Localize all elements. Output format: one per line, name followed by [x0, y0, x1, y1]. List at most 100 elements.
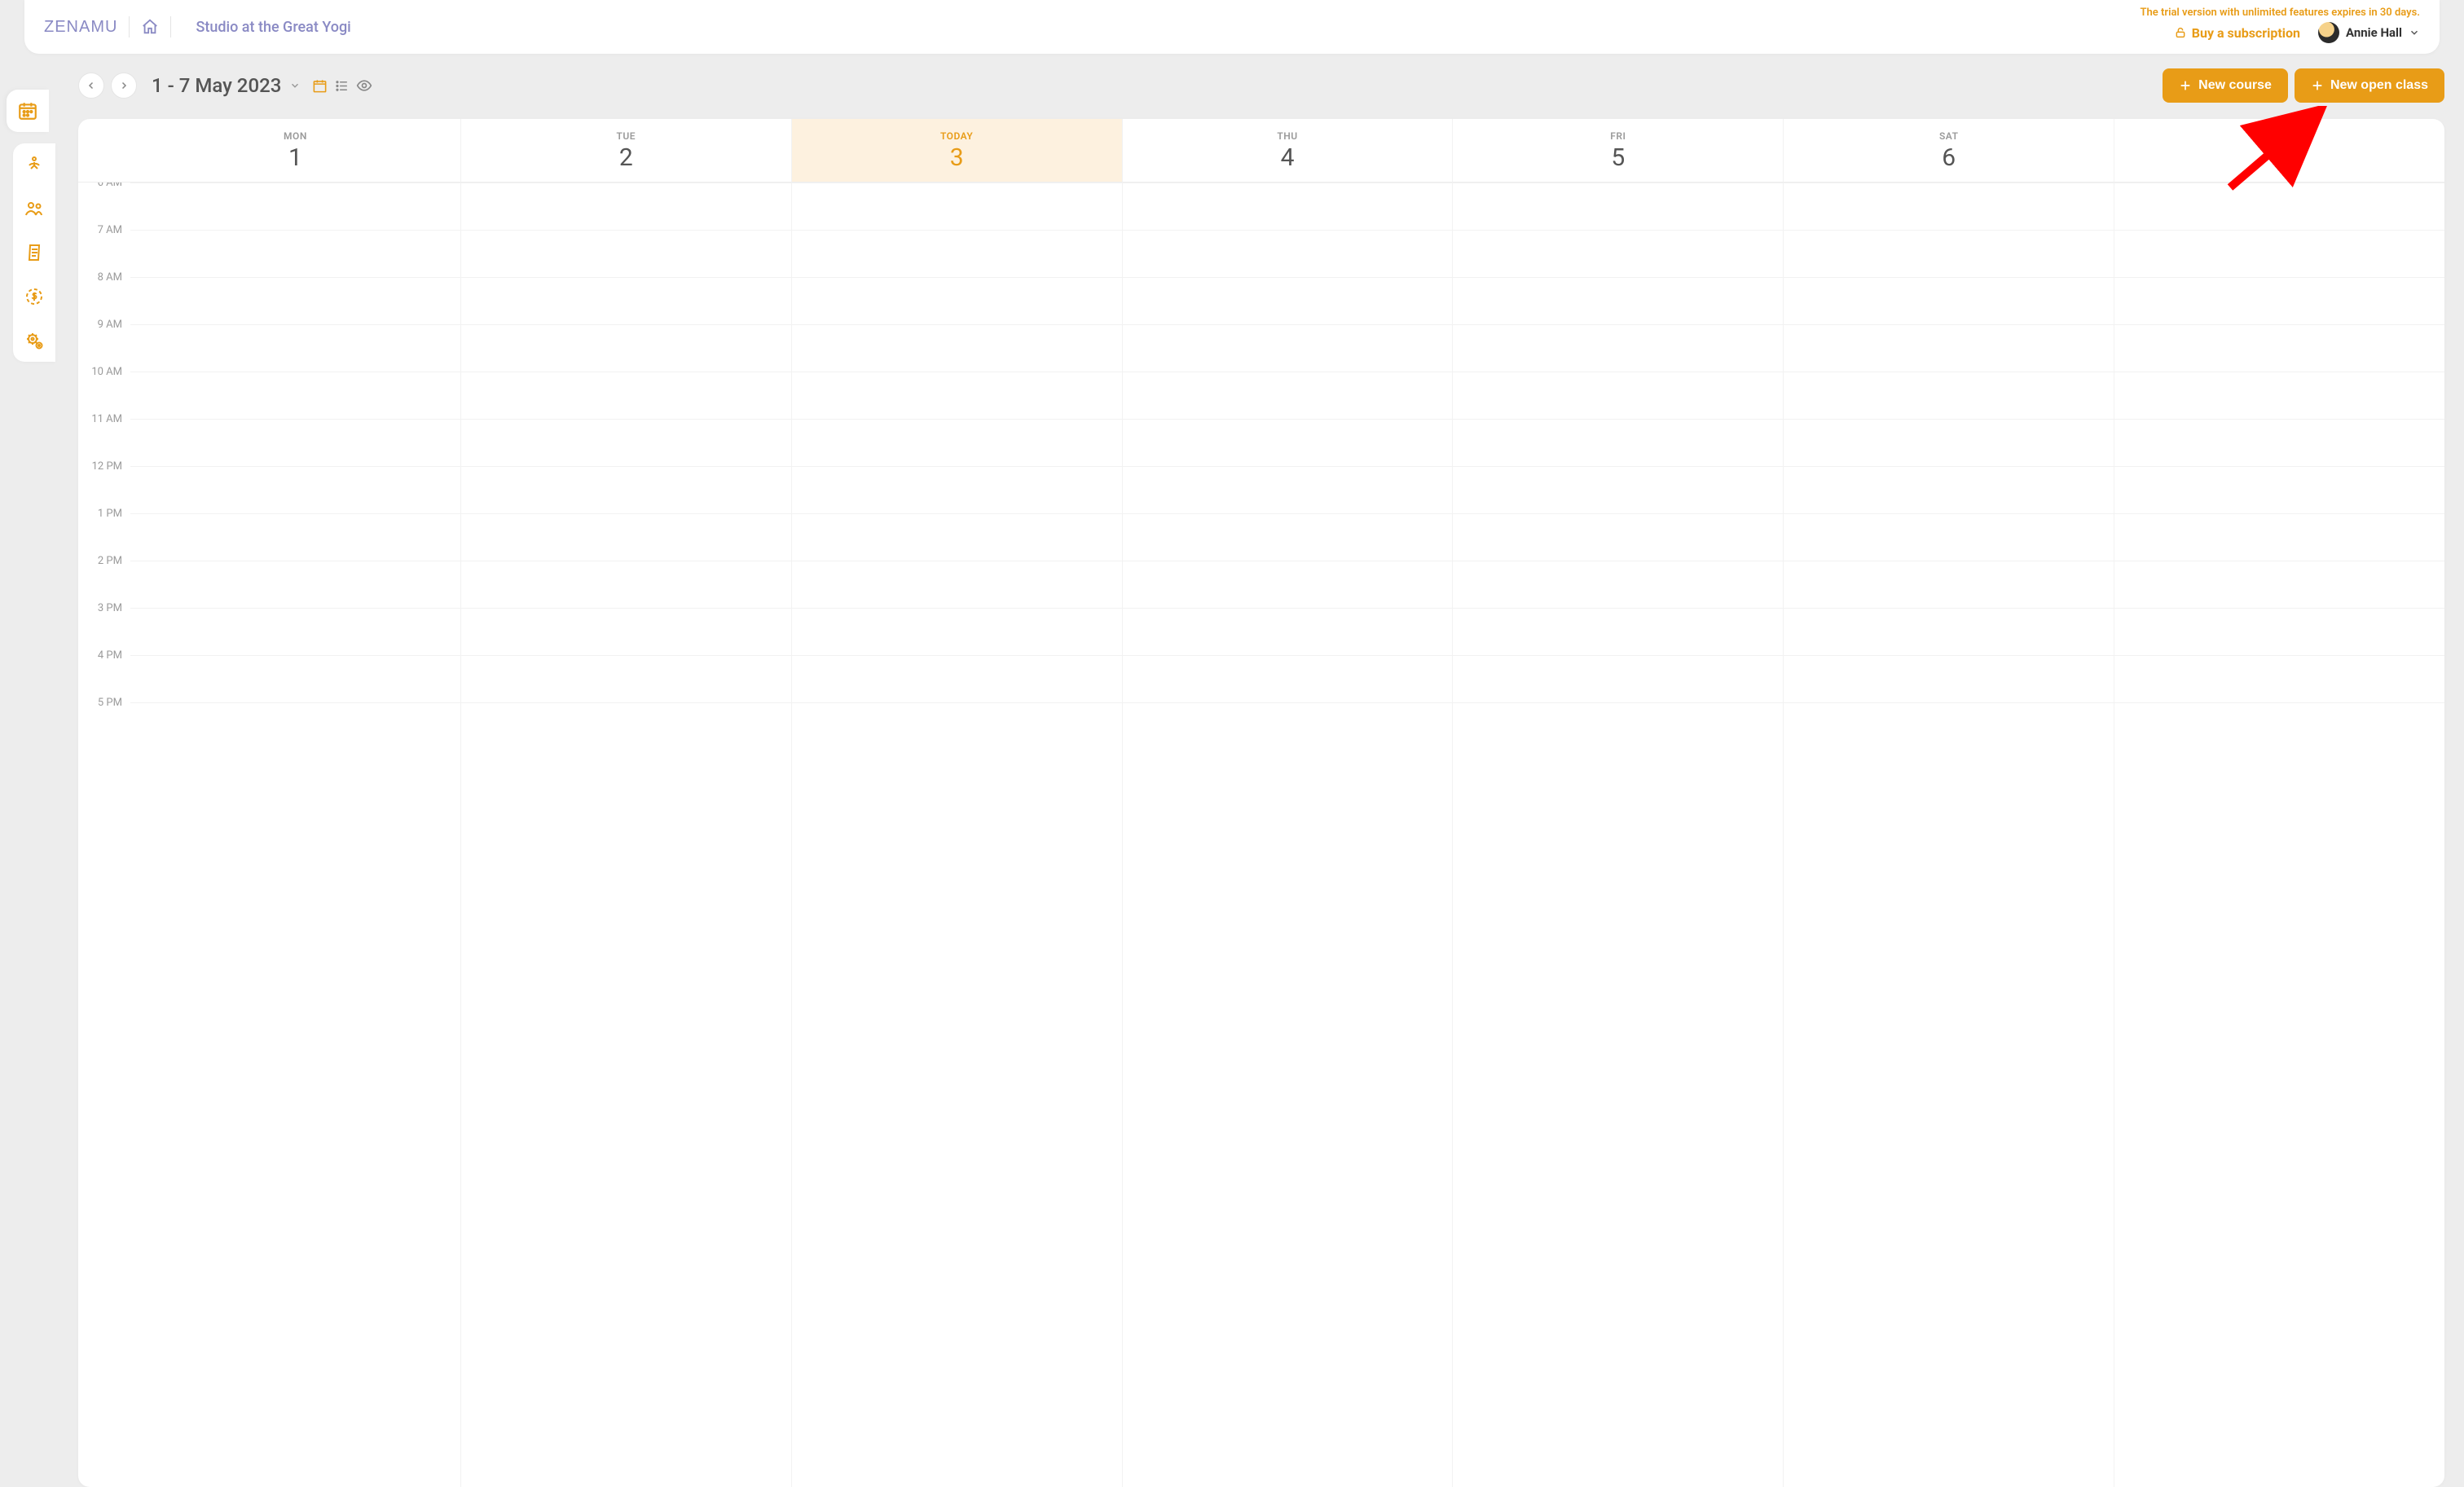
calendar-view-button[interactable]	[312, 78, 328, 94]
day-column[interactable]	[1122, 183, 1453, 1487]
time-cell[interactable]	[1123, 419, 1453, 466]
sidebar-item-payments[interactable]	[24, 287, 44, 306]
time-cell[interactable]	[461, 608, 791, 655]
time-cell[interactable]	[130, 230, 460, 277]
day-column[interactable]	[130, 183, 460, 1487]
day-header[interactable]: FRI5	[1452, 119, 1783, 182]
time-cell[interactable]	[130, 608, 460, 655]
calendar-grid[interactable]	[130, 183, 2444, 1487]
time-cell[interactable]	[1453, 466, 1783, 513]
date-range-picker[interactable]: 1 - 7 May 2023	[152, 74, 301, 97]
day-header[interactable]: TUE2	[460, 119, 791, 182]
time-cell[interactable]	[1123, 702, 1453, 750]
day-header[interactable]: TODAY3	[791, 119, 1122, 182]
time-cell[interactable]	[2114, 702, 2444, 750]
time-cell[interactable]	[461, 230, 791, 277]
time-cell[interactable]	[1123, 324, 1453, 372]
user-menu[interactable]: Annie Hall	[2318, 22, 2420, 43]
time-cell[interactable]	[1123, 655, 1453, 702]
time-cell[interactable]	[792, 466, 1122, 513]
time-cell[interactable]	[130, 561, 460, 608]
time-cell[interactable]	[1453, 183, 1783, 230]
sidebar-item-calendar[interactable]	[7, 90, 49, 132]
time-cell[interactable]	[1784, 466, 2114, 513]
time-cell[interactable]	[1784, 372, 2114, 419]
time-cell[interactable]	[130, 277, 460, 324]
time-cell[interactable]	[1123, 608, 1453, 655]
time-cell[interactable]	[2114, 466, 2444, 513]
sidebar-item-notes[interactable]	[24, 243, 44, 262]
new-course-button[interactable]: New course	[2163, 68, 2288, 103]
home-icon[interactable]	[141, 18, 159, 36]
time-cell[interactable]	[2114, 372, 2444, 419]
time-cell[interactable]	[1453, 419, 1783, 466]
time-cell[interactable]	[1784, 419, 2114, 466]
time-cell[interactable]	[1123, 230, 1453, 277]
time-cell[interactable]	[792, 608, 1122, 655]
time-cell[interactable]	[792, 702, 1122, 750]
time-cell[interactable]	[792, 561, 1122, 608]
time-cell[interactable]	[461, 372, 791, 419]
time-cell[interactable]	[1453, 608, 1783, 655]
time-cell[interactable]	[461, 702, 791, 750]
day-column[interactable]	[2114, 183, 2444, 1487]
time-cell[interactable]	[792, 183, 1122, 230]
time-cell[interactable]	[130, 702, 460, 750]
time-cell[interactable]	[461, 324, 791, 372]
sidebar-item-people[interactable]	[24, 199, 44, 218]
time-cell[interactable]	[792, 655, 1122, 702]
time-cell[interactable]	[461, 183, 791, 230]
time-cell[interactable]	[1784, 608, 2114, 655]
time-cell[interactable]	[461, 277, 791, 324]
visibility-button[interactable]	[356, 77, 372, 94]
time-cell[interactable]	[1123, 466, 1453, 513]
time-cell[interactable]	[2114, 277, 2444, 324]
time-cell[interactable]	[1123, 183, 1453, 230]
time-cell[interactable]	[1453, 513, 1783, 561]
day-column[interactable]	[1452, 183, 1783, 1487]
time-cell[interactable]	[461, 561, 791, 608]
time-cell[interactable]	[1453, 561, 1783, 608]
day-header[interactable]: THU4	[1122, 119, 1453, 182]
day-header[interactable]: SUN7	[2114, 119, 2444, 182]
time-cell[interactable]	[792, 513, 1122, 561]
time-cell[interactable]	[1453, 372, 1783, 419]
time-cell[interactable]	[2114, 513, 2444, 561]
new-open-class-button[interactable]: New open class	[2295, 68, 2444, 103]
time-cell[interactable]	[461, 655, 791, 702]
time-cell[interactable]	[1453, 277, 1783, 324]
time-cell[interactable]	[792, 230, 1122, 277]
time-cell[interactable]	[2114, 324, 2444, 372]
time-cell[interactable]	[1123, 372, 1453, 419]
sidebar-item-classes[interactable]	[24, 155, 44, 174]
time-cell[interactable]	[130, 655, 460, 702]
time-cell[interactable]	[2114, 419, 2444, 466]
time-cell[interactable]	[130, 372, 460, 419]
time-cell[interactable]	[130, 419, 460, 466]
time-cell[interactable]	[130, 513, 460, 561]
time-cell[interactable]	[1784, 655, 2114, 702]
time-cell[interactable]	[1123, 513, 1453, 561]
time-cell[interactable]	[1784, 183, 2114, 230]
time-cell[interactable]	[461, 419, 791, 466]
time-cell[interactable]	[1784, 324, 2114, 372]
time-cell[interactable]	[1453, 702, 1783, 750]
time-cell[interactable]	[1784, 277, 2114, 324]
time-cell[interactable]	[130, 324, 460, 372]
prev-week-button[interactable]	[78, 73, 104, 99]
day-column[interactable]	[460, 183, 791, 1487]
time-cell[interactable]	[1784, 513, 2114, 561]
time-cell[interactable]	[1123, 561, 1453, 608]
day-column[interactable]	[1783, 183, 2114, 1487]
day-header[interactable]: SAT6	[1783, 119, 2114, 182]
time-cell[interactable]	[1784, 702, 2114, 750]
time-cell[interactable]	[2114, 608, 2444, 655]
time-cell[interactable]	[461, 466, 791, 513]
time-cell[interactable]	[130, 466, 460, 513]
day-column[interactable]	[791, 183, 1122, 1487]
time-cell[interactable]	[1784, 230, 2114, 277]
time-cell[interactable]	[2114, 183, 2444, 230]
time-cell[interactable]	[1453, 655, 1783, 702]
time-cell[interactable]	[2114, 230, 2444, 277]
time-cell[interactable]	[792, 419, 1122, 466]
